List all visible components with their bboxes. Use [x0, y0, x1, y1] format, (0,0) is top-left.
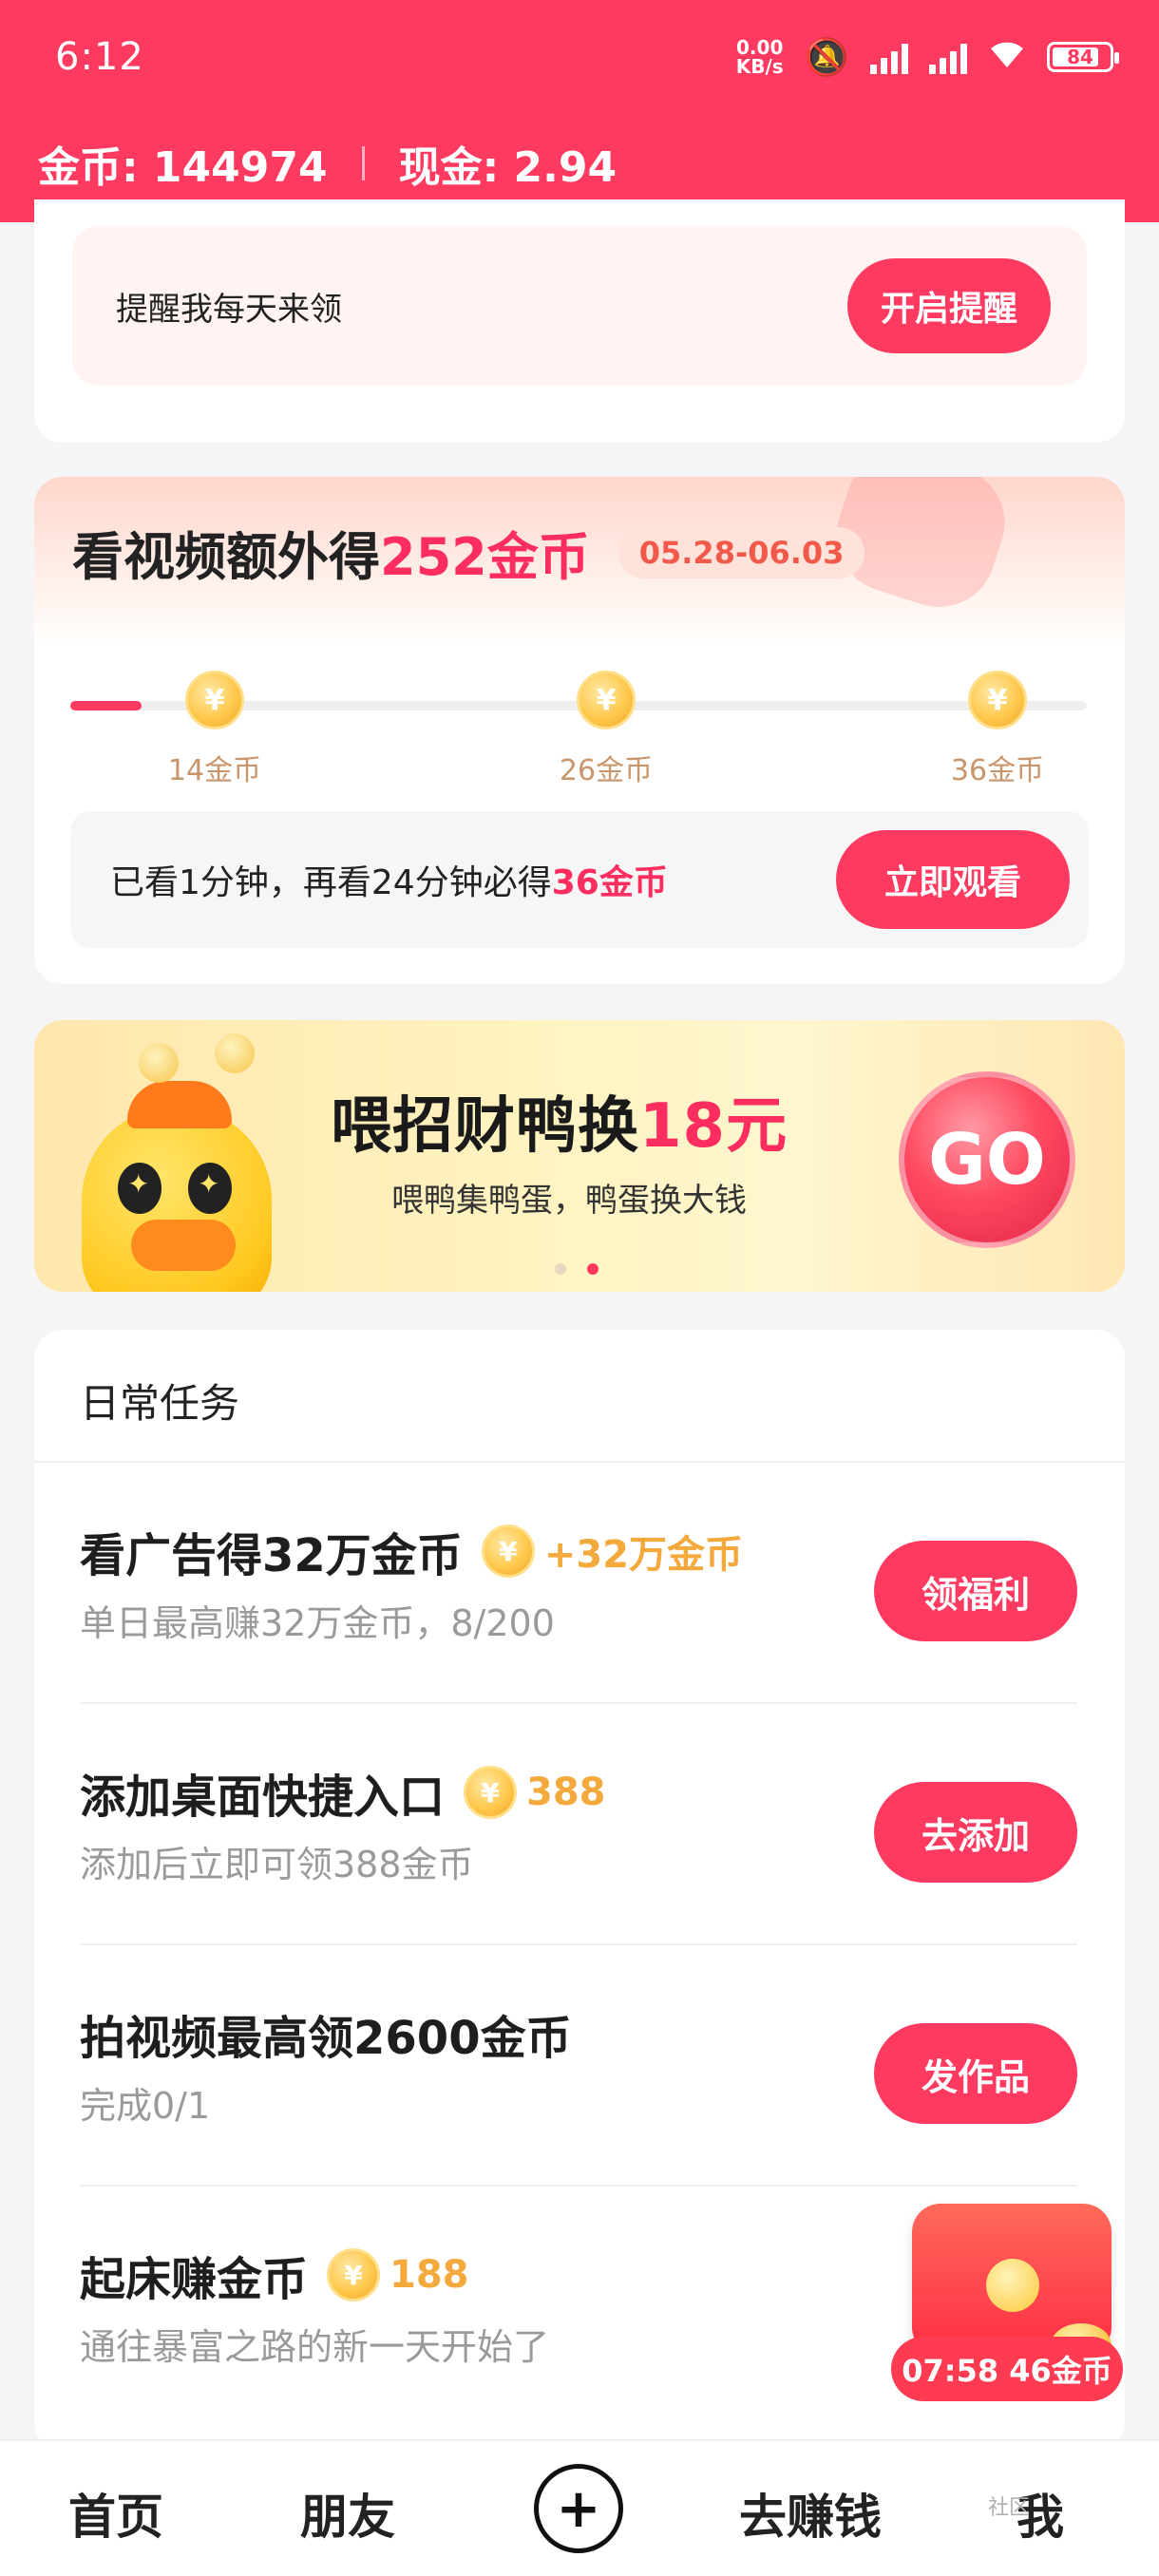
- add-shortcut-button[interactable]: 去添加: [874, 1782, 1077, 1883]
- cash-balance[interactable]: 现金: 2.94: [399, 133, 617, 194]
- go-button[interactable]: GO: [899, 1071, 1075, 1248]
- coin-icon: ¥: [185, 671, 244, 729]
- nav-create-plus-icon[interactable]: +: [534, 2464, 623, 2553]
- task-title: 添加桌面快捷入口: [80, 1771, 446, 1824]
- watch-progress-fill: [70, 701, 142, 710]
- claim-benefit-button[interactable]: 领福利: [874, 1541, 1077, 1641]
- coin-balance[interactable]: 金币: 144974: [38, 133, 328, 194]
- task-title: 看广告得32万金币: [80, 1529, 463, 1582]
- milestone-label: 26金币: [559, 754, 654, 787]
- coin-icon: ¥: [327, 2248, 381, 2301]
- video-reward-card: 看视频额外得 252金币 05.28-06.03 ¥ 14金币 ¥ 26金币 ¥…: [34, 477, 1125, 984]
- video-title-highlight: 252金币: [380, 527, 590, 587]
- duck-promo-banner[interactable]: 喂招财鸭换18元 喂鸭集鸭蛋，鸭蛋换大钱 GO: [34, 1020, 1125, 1292]
- status-time: 6:12: [55, 35, 144, 79]
- coin-icon: ¥: [464, 1766, 518, 1819]
- video-card-title: 看视频额外得 252金币 05.28-06.03: [72, 515, 865, 590]
- task-title: 拍视频最高领2600金币: [80, 2012, 572, 2065]
- reminder-card: 提醒我每天来领 开启提醒: [34, 199, 1125, 443]
- carousel-dot-active[interactable]: [587, 1263, 598, 1275]
- signal-2-icon: [929, 40, 967, 74]
- nav-earn[interactable]: 去赚钱: [739, 2479, 882, 2548]
- banner-subtitle: 喂鸭集鸭蛋，鸭蛋换大钱: [391, 1182, 747, 1220]
- task-post-video: 拍视频最高领2600金币 完成0/1 发作品: [80, 1945, 1077, 2187]
- post-work-button[interactable]: 发作品: [874, 2023, 1077, 2124]
- balance-row: 金币: 144974 现金: 2.94: [38, 133, 617, 194]
- balance-divider: [361, 146, 365, 180]
- milestone-1: ¥ 14金币: [139, 671, 291, 788]
- nav-friends[interactable]: 朋友: [300, 2479, 395, 2548]
- nav-home[interactable]: 首页: [68, 2479, 163, 2548]
- milestone-2: ¥ 26金币: [530, 671, 682, 788]
- duck-mascot-icon: [82, 1033, 272, 1292]
- banner-title: 喂招财鸭换18元: [331, 1091, 788, 1162]
- task-reward: ¥ 188: [327, 2248, 469, 2301]
- task-add-shortcut: 添加桌面快捷入口 ¥ 388 添加后立即可领388金币 去添加: [80, 1704, 1077, 1945]
- carousel-dot[interactable]: [555, 1263, 566, 1275]
- coin-icon: ¥: [481, 1525, 535, 1578]
- carousel-dots: [555, 1263, 598, 1275]
- status-icons: 0.00 KB/s 🔕 84: [735, 35, 1119, 79]
- daily-tasks-title: 日常任务: [80, 1380, 240, 1427]
- reminder-text: 提醒我每天来领: [116, 290, 342, 329]
- watch-status-text: 已看1分钟，再看24分钟必得36金币: [110, 863, 668, 902]
- milestone-label: 14金币: [167, 754, 262, 787]
- reminder-row: 提醒我每天来领 开启提醒: [72, 226, 1087, 386]
- watch-now-button[interactable]: 立即观看: [836, 830, 1070, 929]
- wifi-icon: [988, 37, 1026, 78]
- task-subtitle: 通往暴富之路的新一天开始了: [80, 2326, 550, 2368]
- watch-status-row: 已看1分钟，再看24分钟必得36金币 立即观看: [70, 811, 1089, 948]
- task-reward: ¥ +32万金币: [481, 1524, 743, 1579]
- task-reward: ¥ 388: [464, 1766, 606, 1819]
- gift-box-icon[interactable]: [912, 2204, 1112, 2367]
- status-bar: 6:12 0.00 KB/s 🔕 84: [55, 34, 1119, 80]
- battery-icon: 84: [1047, 42, 1119, 72]
- signal-1-icon: [870, 40, 908, 74]
- header-bar: 6:12 0.00 KB/s 🔕 84 金币: 144974 现金: 2.94: [0, 0, 1159, 222]
- task-title: 起床赚金币: [80, 2253, 309, 2306]
- floating-timer-badge[interactable]: 07:58 46金币: [891, 2337, 1123, 2401]
- battery-level: 84: [1067, 46, 1093, 68]
- enable-reminder-button[interactable]: 开启提醒: [847, 258, 1051, 353]
- net-speed-indicator: 0.00 KB/s: [735, 36, 784, 78]
- task-subtitle: 完成0/1: [80, 2085, 211, 2127]
- task-subtitle: 单日最高赚32万金币，8/200: [80, 1602, 555, 1644]
- task-watch-ads: 看广告得32万金币 ¥ +32万金币 单日最高赚32万金币，8/200 领福利: [80, 1463, 1077, 1704]
- coin-icon: ¥: [577, 671, 636, 729]
- coin-icon: ¥: [968, 671, 1027, 729]
- bottom-navigation: 首页 朋友 + 去赚钱 我 社区: [0, 2439, 1159, 2576]
- milestone-3: ¥ 36金币: [922, 671, 1074, 788]
- date-range-badge: 05.28-06.03: [618, 526, 865, 578]
- milestone-label: 36金币: [950, 754, 1045, 787]
- community-watermark: 社区: [988, 2496, 1031, 2520]
- mute-bell-icon: 🔕: [804, 35, 849, 78]
- task-subtitle: 添加后立即可领388金币: [80, 1844, 474, 1885]
